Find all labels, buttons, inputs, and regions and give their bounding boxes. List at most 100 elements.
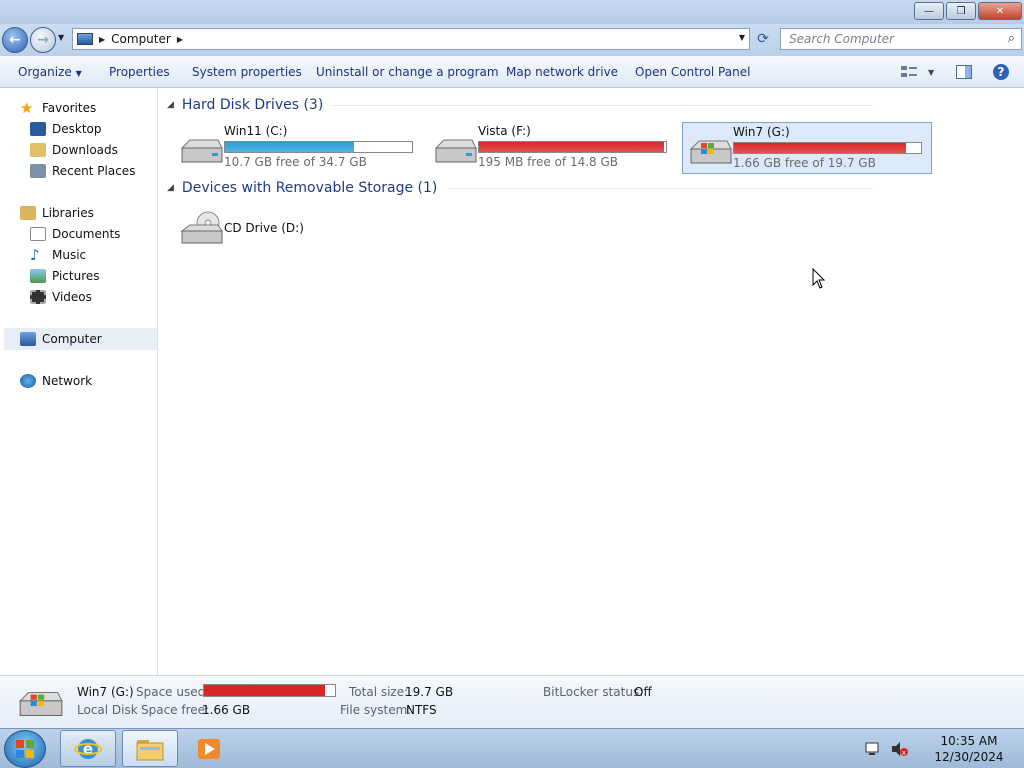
nav-recent-places[interactable]: Recent Places (30, 160, 135, 181)
help-button[interactable]: ? (992, 62, 1010, 82)
address-bar[interactable]: ▶ Computer ▶ ▼ (72, 28, 750, 50)
uninstall-program-button[interactable]: Uninstall or change a program (316, 65, 499, 79)
group-divider (333, 104, 874, 106)
drive-tile-win11[interactable]: Win11 (C:) 10.7 GB free of 34.7 GB (174, 122, 424, 174)
details-drive-type: Local Disk (77, 703, 138, 717)
cd-drive-icon (180, 211, 223, 244)
arrow-right-icon: → (37, 32, 49, 48)
forward-button[interactable]: → (30, 27, 56, 53)
nav-libraries[interactable]: Libraries (20, 202, 94, 223)
drive-usage-fill (225, 142, 355, 152)
group-header-removable[interactable]: ◢ Devices with Removable Storage (1) (167, 180, 874, 196)
details-pane: Win7 (G:) Local Disk Space used: Space f… (0, 675, 1024, 728)
drive-usage-fill (479, 142, 665, 152)
internet-explorer-icon: e (74, 738, 102, 759)
documents-icon (30, 226, 46, 241)
nav-network[interactable]: Network (20, 370, 92, 391)
drive-free-space: 195 MB free of 14.8 GB (478, 155, 619, 169)
taskbar: e x 10:35 AM 12/30/2024 (0, 728, 1024, 768)
close-button[interactable]: ✕ (978, 2, 1022, 20)
videos-icon (30, 289, 46, 304)
nav-downloads[interactable]: Downloads (30, 139, 118, 160)
group-header-hard-disks[interactable]: ◢ Hard Disk Drives (3) (167, 97, 874, 113)
space-free-value: 1.66 GB (202, 703, 251, 717)
nav-videos[interactable]: Videos (30, 286, 92, 307)
drive-name: Win7 (G:) (733, 125, 790, 139)
chevron-right-icon[interactable]: ▶ (177, 35, 183, 44)
system-tray: x 10:35 AM 12/30/2024 (864, 729, 1024, 768)
map-network-drive-button[interactable]: Map network drive (506, 65, 618, 79)
taskbar-windows-explorer[interactable] (122, 730, 178, 767)
file-system-label: File system: (340, 703, 412, 717)
nav-favorites[interactable]: ★ Favorites (20, 97, 96, 118)
view-icon (901, 66, 917, 77)
taskbar-internet-explorer[interactable]: e (60, 730, 116, 767)
properties-button[interactable]: Properties (109, 65, 170, 79)
drive-free-space: 10.7 GB free of 34.7 GB (224, 155, 367, 169)
preview-pane-icon (956, 65, 972, 79)
recent-pages-dropdown[interactable]: ▼ (58, 33, 64, 42)
computer-icon (77, 33, 93, 45)
start-button[interactable] (4, 730, 46, 768)
windows-drive-icon (18, 692, 63, 716)
pictures-icon (30, 268, 46, 283)
drive-tile-win7[interactable]: Win7 (G:) 1.66 GB free of 19.7 GB (682, 122, 932, 174)
content-pane: ◢ Hard Disk Drives (3) Win11 (C:) 10.7 G… (159, 89, 1024, 675)
drive-name: Vista (F:) (478, 124, 531, 138)
preview-pane-button[interactable] (956, 62, 972, 82)
svg-text:e: e (83, 740, 93, 758)
maximize-button[interactable]: ❐ (946, 2, 976, 20)
music-icon: ♪ (30, 245, 40, 264)
star-icon: ★ (20, 98, 34, 117)
nav-pictures[interactable]: Pictures (30, 265, 100, 286)
back-button[interactable]: ← (2, 27, 28, 53)
network-status-icon[interactable] (864, 741, 882, 757)
windows-logo-icon (16, 740, 34, 758)
minimize-button[interactable]: — (914, 2, 944, 20)
breadcrumb-computer[interactable]: Computer (111, 32, 171, 46)
organize-button[interactable]: Organize ▼ (18, 65, 82, 79)
drive-tile-vista[interactable]: Vista (F:) 195 MB free of 14.8 GB (428, 122, 678, 174)
space-used-fill (204, 685, 325, 696)
total-size-label: Total size: (349, 685, 409, 699)
drive-tile-cd[interactable]: CD Drive (D:) (174, 205, 424, 255)
nav-music[interactable]: ♪ Music (30, 244, 86, 265)
nav-computer[interactable]: Computer (20, 328, 102, 349)
bitlocker-value: Off (634, 685, 652, 699)
drive-usage-bar (224, 141, 413, 153)
navigation-pane: ★ Favorites Desktop Downloads Recent Plac… (0, 89, 158, 675)
open-control-panel-button[interactable]: Open Control Panel (635, 65, 750, 79)
desktop-icon (30, 121, 46, 136)
network-icon (20, 373, 36, 388)
space-free-label: Space free: (141, 703, 210, 717)
taskbar-media-player[interactable] (196, 737, 222, 764)
svg-text:?: ? (998, 65, 1005, 79)
recent-places-icon (30, 163, 46, 178)
hard-drive-icon (434, 139, 477, 163)
collapse-icon[interactable]: ◢ (167, 183, 174, 193)
search-input[interactable]: Search Computer ⌕ (780, 28, 1022, 50)
collapse-icon[interactable]: ◢ (167, 100, 174, 110)
computer-icon (20, 331, 36, 346)
chevron-down-icon: ▼ (75, 69, 82, 78)
group-title: Hard Disk Drives (3) (181, 97, 324, 113)
refresh-button[interactable]: ⟳ (752, 28, 774, 50)
chevron-right-icon[interactable]: ▶ (99, 35, 105, 44)
nav-desktop[interactable]: Desktop (30, 118, 102, 139)
help-icon: ? (993, 64, 1009, 80)
view-options-button[interactable]: ▼ (900, 62, 934, 82)
system-properties-button[interactable]: System properties (192, 65, 302, 79)
clock-date: 12/30/2024 (934, 750, 1004, 764)
address-dropdown-icon[interactable]: ▼ (739, 33, 745, 42)
clock[interactable]: 10:35 AM 12/30/2024 (914, 733, 1024, 765)
command-bar: Organize ▼ Properties System properties … (0, 56, 1024, 88)
drive-usage-bar (478, 141, 667, 153)
group-divider (447, 187, 874, 189)
search-icon[interactable]: ⌕ (1008, 31, 1015, 46)
details-drive-name: Win7 (G:) (77, 685, 134, 699)
volume-muted-icon[interactable]: x (890, 741, 908, 757)
drive-free-space: 1.66 GB free of 19.7 GB (733, 156, 876, 170)
mouse-cursor-icon (812, 268, 826, 289)
nav-documents[interactable]: Documents (30, 223, 120, 244)
downloads-folder-icon (30, 142, 46, 157)
